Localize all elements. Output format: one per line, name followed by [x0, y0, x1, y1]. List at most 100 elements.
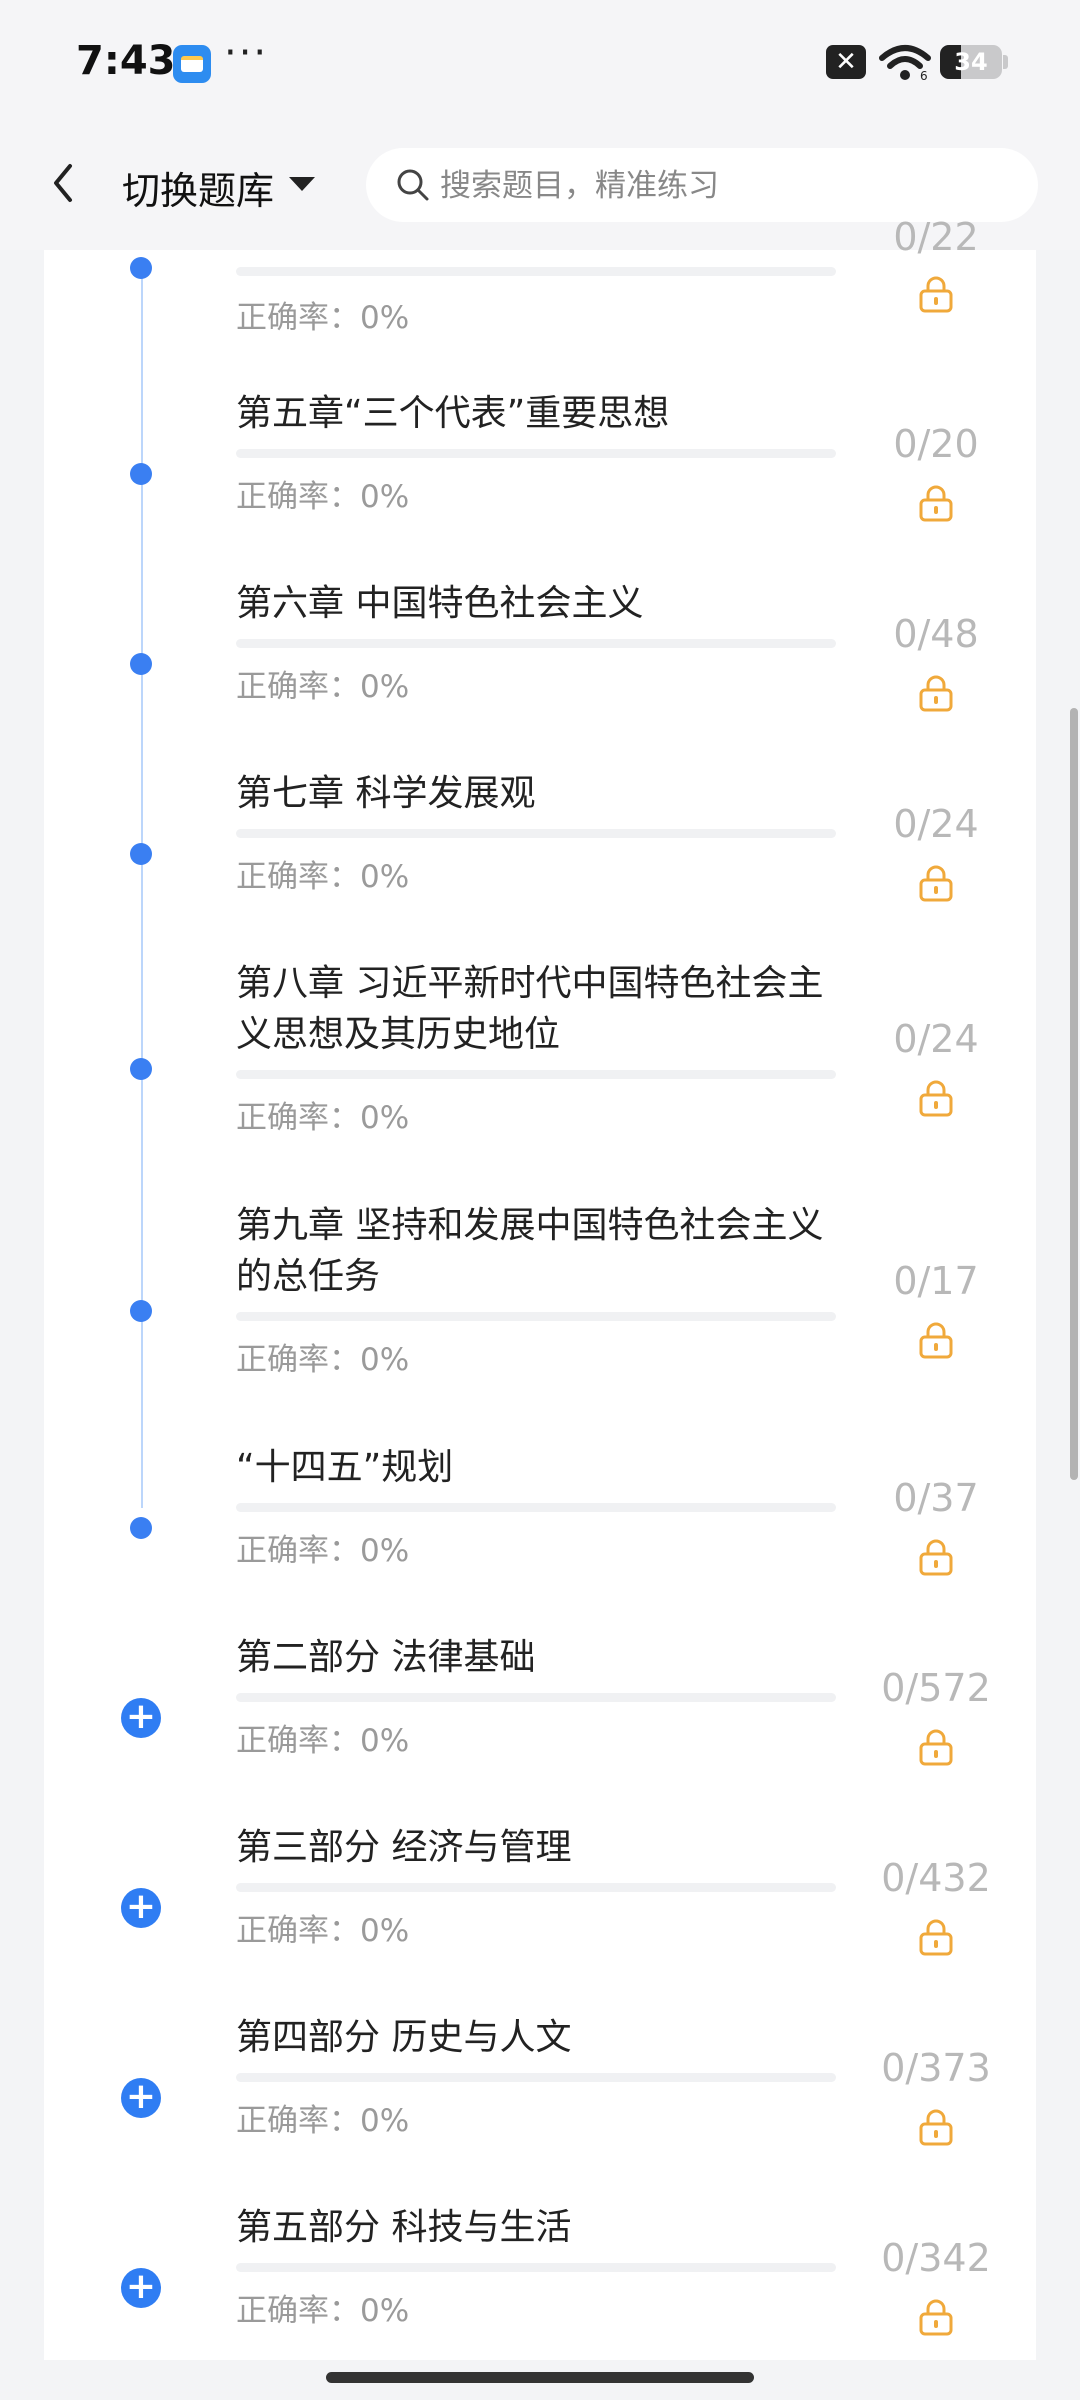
svg-text:6: 6	[920, 69, 928, 82]
accuracy-label: 正确率：	[236, 300, 360, 336]
chapter-title: 第六章 中国特色社会主义	[236, 583, 644, 624]
status-bar: 7:43 ··· ✕ 6 34	[0, 0, 1080, 125]
progress-bar	[236, 1312, 836, 1321]
accuracy-label: 正确率：	[236, 669, 360, 705]
chapter-title: 第三部分 经济与管理	[236, 1827, 572, 1868]
timeline-dot	[130, 842, 152, 865]
lock-icon[interactable]	[917, 864, 955, 902]
wallet-app-icon	[173, 45, 211, 83]
accuracy-rate: 正确率：0%	[236, 2095, 409, 2140]
search-box[interactable]	[366, 148, 1038, 224]
accuracy-value: 0%	[360, 1533, 410, 1569]
accuracy-label: 正确率：	[236, 1723, 360, 1759]
accuracy-value: 0%	[360, 479, 410, 515]
lock-icon[interactable]	[917, 1728, 955, 1766]
accuracy-value: 0%	[360, 1342, 410, 1378]
accuracy-value: 0%	[360, 2293, 410, 2329]
chapter-title: 第五部分 科技与生活	[236, 2207, 572, 2248]
wifi-icon: 6	[879, 45, 931, 82]
lock-icon[interactable]	[917, 484, 955, 522]
lock-icon[interactable]	[917, 2108, 955, 2146]
back-arrow-icon[interactable]	[44, 158, 84, 208]
question-count: 0/20	[893, 421, 979, 466]
progress-bar	[236, 267, 836, 276]
battery-level: 34	[954, 48, 988, 76]
chapter-title: 第五章“三个代表”重要思想	[236, 393, 670, 434]
question-count: 0/432	[881, 1855, 991, 1900]
search-icon	[397, 169, 429, 201]
accuracy-rate: 正确率：0%	[236, 2285, 409, 2330]
progress-bar	[236, 829, 836, 838]
chapter-title: 第四部分 历史与人文	[236, 2017, 572, 2058]
accuracy-rate: 正确率：0%	[236, 292, 409, 337]
expand-plus-icon[interactable]: +	[121, 1697, 161, 1738]
accuracy-label: 正确率：	[236, 1913, 360, 1949]
lock-icon[interactable]	[917, 2298, 955, 2336]
accuracy-value: 0%	[360, 859, 410, 895]
battery-tip	[1003, 55, 1008, 69]
chapter-title: 第九章 坚持和发展中国特色社会主义的总任务	[236, 1205, 824, 1297]
accuracy-value: 0%	[360, 1913, 410, 1949]
chapter-title: 第八章 习近平新时代中国特色社会主义思想及其历史地位	[236, 963, 824, 1055]
battery-icon: 34	[940, 45, 1002, 79]
accuracy-label: 正确率：	[236, 1100, 360, 1136]
accuracy-rate: 正确率：0%	[236, 1905, 409, 1950]
progress-bar	[236, 2073, 836, 2082]
accuracy-rate: 正确率：0%	[236, 471, 409, 516]
accuracy-value: 0%	[360, 669, 410, 705]
lock-icon[interactable]	[917, 1918, 955, 1956]
accuracy-label: 正确率：	[236, 2293, 360, 2329]
scrollbar[interactable]	[1070, 708, 1078, 1480]
timeline-line	[141, 268, 143, 1508]
timeline-dot	[130, 462, 152, 485]
progress-bar	[236, 1503, 836, 1512]
accuracy-value: 0%	[360, 1723, 410, 1759]
question-count: 0/24	[893, 801, 979, 846]
search-input[interactable]	[438, 148, 1002, 224]
accuracy-rate: 正确率：0%	[236, 1334, 409, 1379]
sim-off-icon: ✕	[826, 45, 866, 79]
progress-bar	[236, 1070, 836, 1079]
timeline-dot	[130, 1516, 152, 1539]
progress-bar	[236, 449, 836, 458]
accuracy-rate: 正确率：0%	[236, 661, 409, 706]
lock-icon[interactable]	[917, 1079, 955, 1117]
timeline-dot	[130, 1058, 152, 1080]
expand-plus-icon[interactable]: +	[121, 2267, 161, 2308]
progress-bar	[236, 1693, 836, 1702]
accuracy-rate: 正确率：0%	[236, 1525, 409, 1570]
chapter-title: “十四五”规划	[236, 1447, 454, 1488]
accuracy-rate: 正确率：0%	[236, 1715, 409, 1760]
question-count: 0/48	[893, 611, 979, 656]
lock-icon[interactable]	[917, 674, 955, 712]
accuracy-label: 正确率：	[236, 1533, 360, 1569]
expand-plus-icon[interactable]: +	[121, 2077, 161, 2118]
chapter-title: 第七章 科学发展观	[236, 773, 536, 814]
question-count: 0/373	[881, 2045, 991, 2090]
home-indicator[interactable]	[326, 2372, 754, 2383]
accuracy-value: 0%	[360, 2103, 410, 2139]
switch-question-bank-button[interactable]: 切换题库	[122, 160, 274, 215]
question-count: 0/37	[893, 1475, 979, 1520]
timeline-dot	[130, 652, 152, 675]
lock-icon[interactable]	[917, 1538, 955, 1576]
question-count: 0/342	[881, 2235, 991, 2280]
lock-icon[interactable]	[917, 1321, 955, 1359]
more-notifications-icon: ···	[224, 30, 269, 76]
lock-icon[interactable]	[917, 275, 955, 313]
chevron-down-icon[interactable]	[289, 177, 315, 191]
question-count: 0/24	[893, 1017, 979, 1061]
question-count: 0/22	[893, 215, 979, 259]
accuracy-label: 正确率：	[236, 2103, 360, 2139]
timeline-dot	[130, 257, 152, 279]
accuracy-label: 正确率：	[236, 479, 360, 515]
timeline-dot	[130, 1300, 152, 1322]
accuracy-value: 0%	[360, 1100, 410, 1136]
question-count: 0/17	[893, 1259, 979, 1303]
progress-bar	[236, 1883, 836, 1892]
accuracy-label: 正确率：	[236, 1342, 360, 1378]
expand-plus-icon[interactable]: +	[121, 1887, 161, 1928]
question-count: 0/572	[881, 1665, 991, 1710]
chapter-title: 第二部分 法律基础	[236, 1637, 536, 1678]
progress-bar	[236, 639, 836, 648]
